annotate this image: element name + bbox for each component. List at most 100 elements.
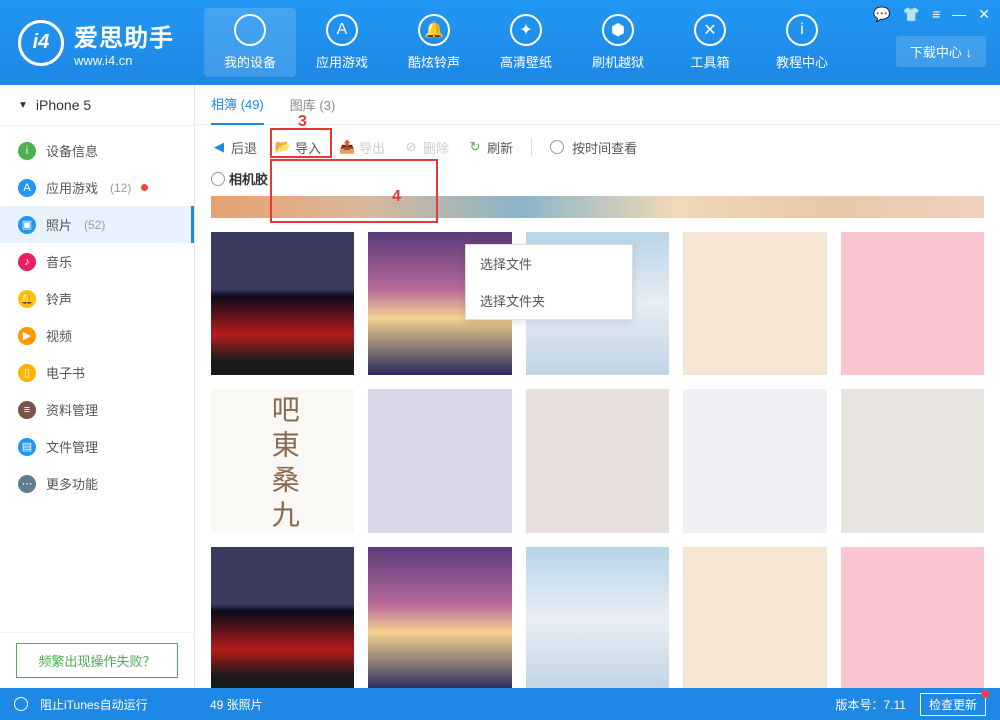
main-nav: 我的设备 A应用游戏 🔔酷炫铃声 ✦高清壁纸 ⬢刷机越狱 ✕工具箱 i教程中心 [204,8,848,77]
sidebar-icon: 🔔 [18,290,36,308]
photo-thumb[interactable]: 吧 東 桑 九 [211,389,354,532]
update-dot-icon [981,690,989,698]
sidebar-item-label: 设备信息 [46,141,98,160]
sidebar-item-label: 音乐 [46,252,72,271]
sidebar-icon: ♪ [18,253,36,271]
photo-thumb[interactable] [211,232,354,375]
sidebar-item-2[interactable]: ▣ 照片 (52) [0,206,194,243]
photo-thumb[interactable] [526,389,669,532]
divider [531,138,532,156]
sidebar-item-count: (12) [110,181,131,195]
export-button[interactable]: 📤导出 [339,138,385,157]
sidebar-item-4[interactable]: 🔔 铃声 [0,280,194,317]
itunes-toggle[interactable] [14,697,28,711]
faq-button[interactable]: 频繁出现操作失败？ [16,643,178,678]
photo-thumb[interactable] [211,547,354,688]
photo-count: 49 张照片 [210,696,263,713]
export-icon: 📤 [339,139,355,155]
select-file-item[interactable]: 选择文件 [466,245,632,282]
photo-thumb[interactable] [683,232,826,375]
sidebar-icon: ▤ [18,438,36,456]
radio-icon [550,140,564,154]
device-selector[interactable]: ▼ iPhone 5 [0,85,194,126]
download-center-button[interactable]: 下载中心 ↓ [896,36,986,67]
photo-thumb[interactable] [526,547,669,688]
album-name: 相机胶 [229,169,268,188]
sidebar-item-6[interactable]: ▯电子书 [0,354,194,391]
box-icon: ⬢ [602,14,634,46]
chevron-down-icon: ▼ [18,100,28,111]
refresh-button[interactable]: ↻刷新 [467,138,513,157]
wrench-icon: ✕ [694,14,726,46]
nav-tools[interactable]: ✕工具箱 [664,8,756,77]
sidebar: ▼ iPhone 5 i设备信息 A 应用游戏 (12) ▣ 照片 (52) ♪ 音乐 🔔 铃声 ▶ 视… [0,85,195,688]
sidebar-item-label: 铃声 [46,289,72,308]
toolbar: ◀后退 📂导入 📤导出 ⊘删除 ↻刷新 按时间查看 [195,125,1000,169]
photo-thumb[interactable] [841,389,984,532]
sidebar-item-label: 更多功能 [46,474,98,493]
import-dropdown: 选择文件 选择文件夹 [465,244,633,320]
sidebar-item-7[interactable]: ≡ 资料管理 [0,391,194,428]
minimize-icon[interactable]: — [952,6,966,23]
version-label: 版本号：7.11 [836,696,906,713]
photo-thumb[interactable] [368,389,511,532]
album-header: 相机胶 [195,169,1000,196]
content-tabs: 相簿 (49) 图库 (3) [195,85,1000,125]
nav-my-device[interactable]: 我的设备 [204,8,296,77]
import-button[interactable]: 📂导入 [275,138,321,157]
sidebar-item-5[interactable]: ▶ 视频 [0,317,194,354]
sidebar-icon: ▯ [18,364,36,382]
photo-thumb[interactable] [683,547,826,688]
select-all-radio[interactable] [211,172,225,186]
photo-thumb[interactable] [841,547,984,688]
delete-button[interactable]: ⊘删除 [403,138,449,157]
apps-icon: A [326,14,358,46]
check-update-button[interactable]: 检查更新 [920,693,986,716]
select-folder-item[interactable]: 选择文件夹 [466,282,632,319]
logo: i4 爱思助手 www.i4.cn [18,18,174,68]
photo-thumb[interactable] [683,389,826,532]
sidebar-icon: ⋯ [18,475,36,493]
photo-thumb[interactable] [841,232,984,375]
sidebar-item-label: 文件管理 [46,437,98,456]
sidebar-item-3[interactable]: ♪ 音乐 [0,243,194,280]
sort-by-time-button[interactable]: 按时间查看 [550,138,637,157]
nav-jailbreak[interactable]: ⬢刷机越狱 [572,8,664,77]
menu-icon[interactable]: ≡ [932,6,940,23]
nav-wallpapers[interactable]: ✦高清壁纸 [480,8,572,77]
sparkle-icon: ✦ [510,14,542,46]
content-area: 相簿 (49) 图库 (3) ◀后退 📂导入 📤导出 ⊘删除 ↻刷新 按时间查看… [195,85,1000,688]
sidebar-item-label: 资料管理 [46,400,98,419]
back-button[interactable]: ◀后退 [211,138,257,157]
nav-apps[interactable]: A应用游戏 [296,8,388,77]
back-icon: ◀ [211,139,227,155]
sidebar-icon: A [18,179,36,197]
sidebar-item-label: 应用游戏 [46,178,98,197]
sidebar-item-label: 照片 [46,215,72,234]
sidebar-icon: ≡ [18,401,36,419]
photo-thumb[interactable] [368,547,511,688]
sidebar-item-count: (52) [84,218,105,232]
close-icon[interactable]: ✕ [978,6,990,23]
feedback-icon[interactable]: 💬 [873,6,890,23]
bell-icon: 🔔 [418,14,450,46]
sidebar-item-1[interactable]: A 应用游戏 (12) [0,169,194,206]
refresh-icon: ↻ [467,139,483,155]
photo-strip [211,196,984,218]
import-icon: 📂 [275,139,291,155]
sidebar-icon: ▶ [18,327,36,345]
apple-icon [234,14,266,46]
delete-icon: ⊘ [403,139,419,155]
itunes-label: 阻止iTunes自动运行 [40,696,148,713]
sidebar-item-8[interactable]: ▤ 文件管理 [0,428,194,465]
tab-albums[interactable]: 相簿 (49) [211,85,264,125]
nav-ringtones[interactable]: 🔔酷炫铃声 [388,8,480,77]
sidebar-item-9[interactable]: ⋯ 更多功能 [0,465,194,502]
sidebar-icon: ▣ [18,216,36,234]
sidebar-item-label: 视频 [46,326,72,345]
nav-tutorials[interactable]: i教程中心 [756,8,848,77]
logo-icon: i4 [18,20,64,66]
skin-icon[interactable]: 👕 [903,6,920,23]
sidebar-item-0[interactable]: i设备信息 [0,132,194,169]
tab-library[interactable]: 图库 (3) [290,85,336,124]
